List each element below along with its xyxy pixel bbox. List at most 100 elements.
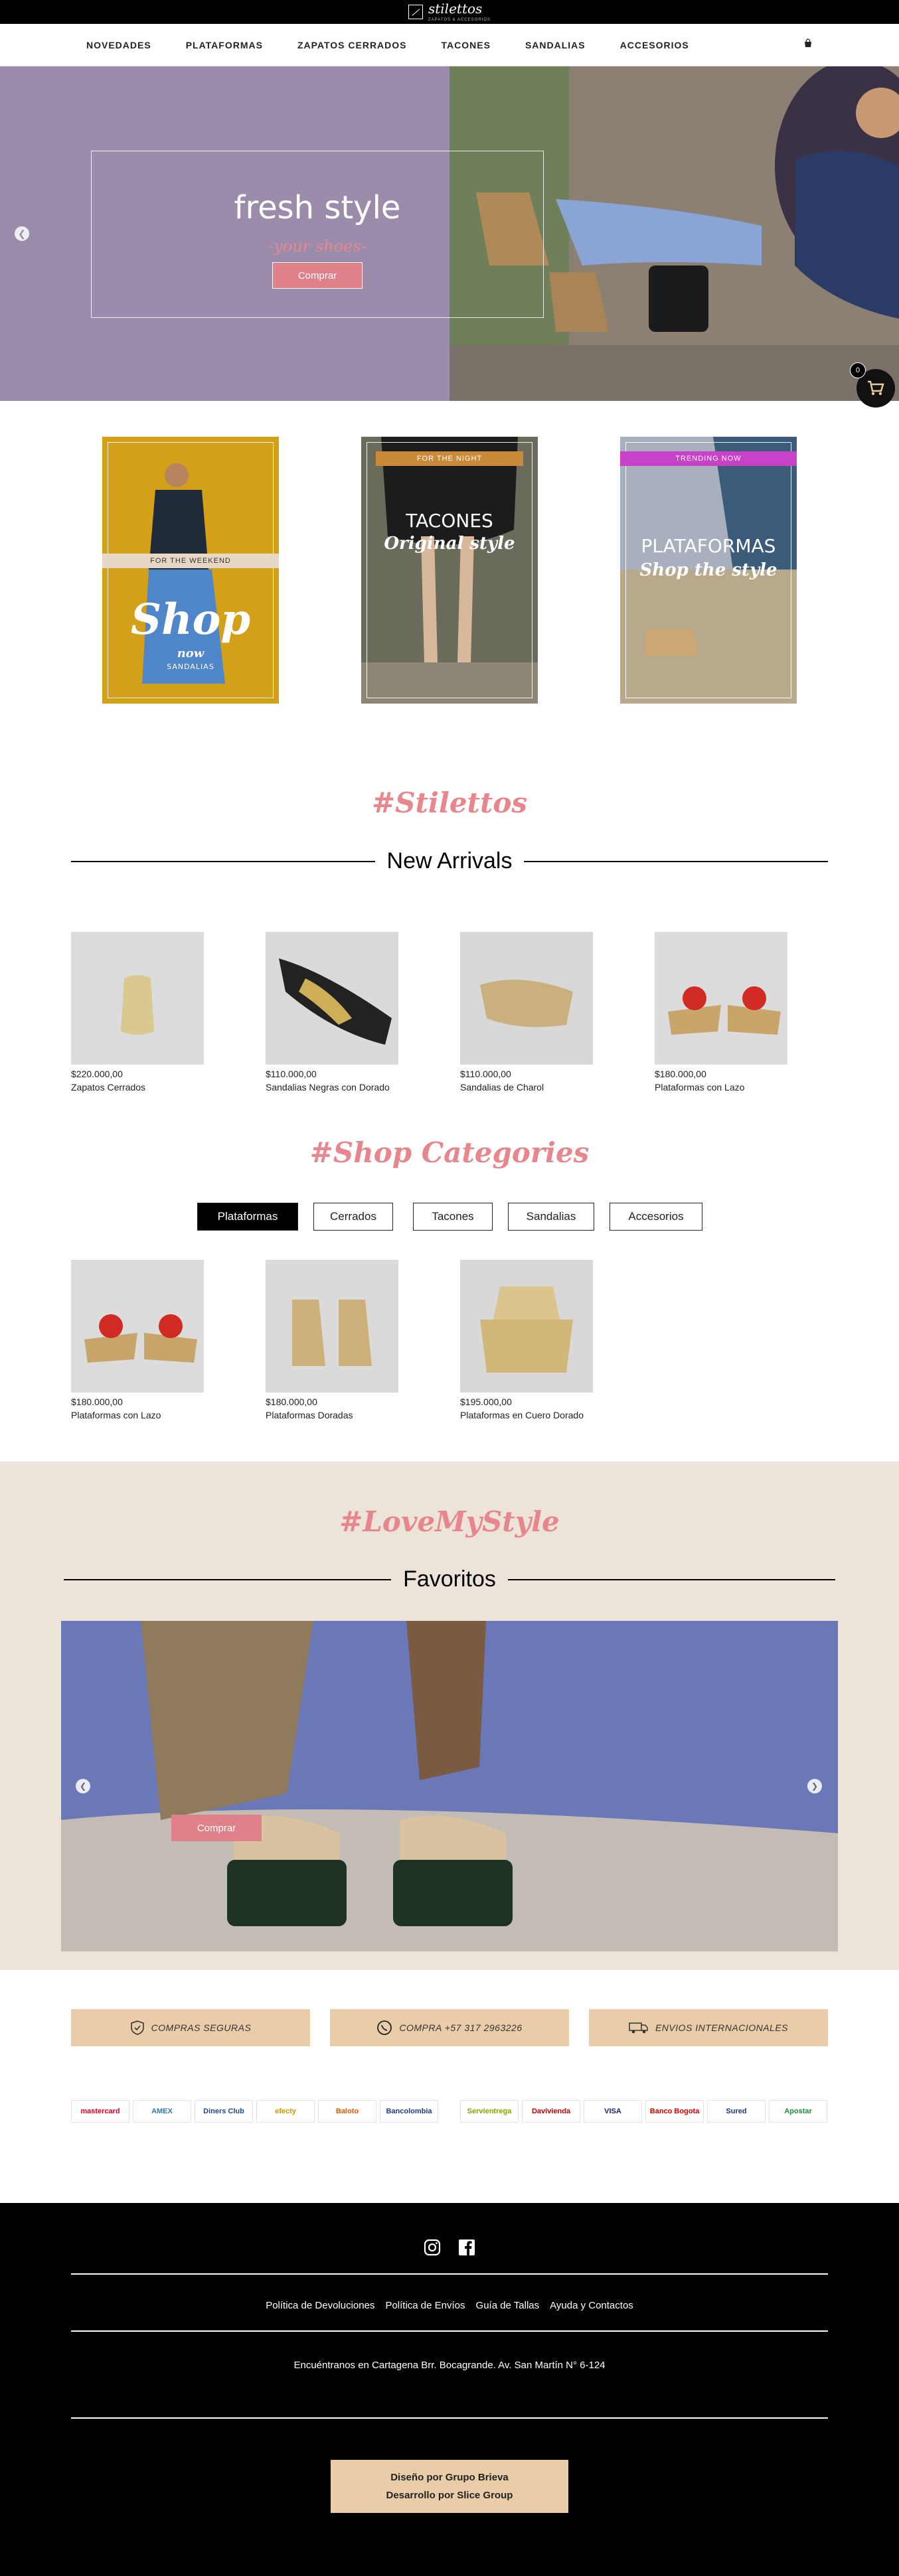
footer-links: Política de Devoluciones Política de Env… bbox=[0, 2300, 899, 2311]
logo-tagline: ZAPATOS & ACCESORIOS bbox=[428, 18, 491, 22]
promo-title: TACONES bbox=[406, 510, 493, 532]
section-script-stilettos: #Stilettos bbox=[371, 787, 527, 819]
trust-label: COMPRA +57 317 2963226 bbox=[399, 2022, 523, 2033]
footer-divider bbox=[71, 2330, 828, 2332]
divider-line bbox=[507, 1578, 836, 1580]
favorites-next-arrow-icon[interactable]: ❯ bbox=[807, 1779, 822, 1793]
hero-subtitle: -your shoes- bbox=[268, 237, 367, 256]
trust-secure-purchase: COMPRAS SEGURAS bbox=[71, 2009, 310, 2046]
footer-link-shipping[interactable]: Política de Envíos bbox=[385, 2300, 465, 2311]
promo-subtitle: SANDALIAS bbox=[167, 662, 214, 671]
footer-divider bbox=[71, 2417, 828, 2419]
product-price: $220.000,00 bbox=[71, 1069, 123, 1079]
logo[interactable]: stilettos ZAPATOS & ACCESORIOS bbox=[428, 2, 491, 22]
efecty-logo: efecty bbox=[256, 2100, 315, 2123]
product-card[interactable]: $180.000,00 Plataformas Doradas bbox=[266, 1260, 425, 1420]
product-card[interactable]: $180.000,00 Plataformas con Lazo bbox=[655, 932, 814, 1093]
product-card[interactable]: $110.000,00 Sandalias Negras con Dorado bbox=[266, 932, 425, 1093]
promo-script: Original style bbox=[384, 534, 515, 554]
whatsapp-icon bbox=[377, 2020, 392, 2035]
davivienda-logo: Davivienda bbox=[522, 2100, 580, 2123]
diners-club-logo: Diners Club bbox=[195, 2100, 253, 2123]
bancolombia-logo: Bancolombia bbox=[380, 2100, 438, 2123]
product-card[interactable]: $195.000,00 Plataformas en Cuero Dorado bbox=[460, 1260, 619, 1420]
hero-prev-arrow-icon[interactable]: ❮ bbox=[15, 226, 29, 241]
promo-section: FOR THE WEEKEND Shop now SANDALIAS FOR T… bbox=[0, 401, 899, 766]
cart-count-badge: 0 bbox=[850, 362, 866, 378]
product-image bbox=[655, 932, 787, 1065]
banco-bogota-logo: Banco Bogota bbox=[645, 2100, 704, 2123]
nav-item-accesorios[interactable]: ACCESORIOS bbox=[620, 40, 689, 50]
servientrega-logo: Servientrega bbox=[460, 2100, 519, 2123]
product-name: Plataformas Doradas bbox=[266, 1410, 353, 1420]
nav-item-zapatos-cerrados[interactable]: ZAPATOS CERRADOS bbox=[297, 40, 407, 50]
product-card[interactable]: $220.000,00 Zapatos Cerrados bbox=[71, 932, 230, 1093]
trust-label: COMPRAS SEGURAS bbox=[151, 2022, 252, 2033]
favorites-prev-arrow-icon[interactable]: ❮ bbox=[76, 1779, 90, 1793]
footer: Política de Devoluciones Política de Env… bbox=[0, 2203, 899, 2576]
nav-item-plataformas[interactable]: PLATAFORMAS bbox=[186, 40, 263, 50]
top-bar: stilettos ZAPATOS & ACCESORIOS bbox=[0, 0, 899, 24]
promo-script: now bbox=[177, 646, 204, 660]
divider-line bbox=[524, 860, 828, 862]
visa-logo: VISA bbox=[584, 2100, 642, 2123]
tab-tacones[interactable]: Tacones bbox=[413, 1203, 493, 1231]
logo-text: stilettos bbox=[428, 1, 483, 17]
product-image bbox=[71, 1260, 204, 1393]
favorites-title: Favoritos bbox=[403, 1566, 496, 1592]
promo-title: PLATAFORMAS bbox=[641, 535, 776, 557]
mastercard-logo: mastercard bbox=[71, 2100, 129, 2123]
product-name: Sandalias Negras con Dorado bbox=[266, 1082, 390, 1093]
product-image bbox=[266, 1260, 398, 1393]
tab-plataformas[interactable]: Plataformas bbox=[197, 1203, 298, 1231]
shopping-bag-icon[interactable] bbox=[803, 38, 813, 48]
product-name: Plataformas con Lazo bbox=[71, 1410, 161, 1420]
hero-title: fresh style bbox=[234, 189, 401, 226]
instagram-icon[interactable] bbox=[424, 2239, 441, 2256]
shield-icon bbox=[130, 2020, 144, 2035]
nav-item-novedades[interactable]: NOVEDADES bbox=[86, 40, 151, 50]
trust-label: ENVIOS INTERNACIONALES bbox=[655, 2022, 789, 2033]
product-card[interactable]: $180.000,00 Plataformas con Lazo bbox=[71, 1260, 230, 1420]
footer-credits: Diseño por Grupo Brieva Desarrollo por S… bbox=[331, 2460, 568, 2513]
apostar-logo: Apostar bbox=[769, 2100, 827, 2123]
cart-icon bbox=[868, 380, 884, 396]
favorites-buy-button[interactable]: Comprar bbox=[171, 1815, 262, 1841]
footer-address: Encuéntranos en Cartagena Brr. Bocagrand… bbox=[293, 2360, 606, 2371]
product-price: $180.000,00 bbox=[655, 1069, 706, 1079]
product-card[interactable]: $110.000,00 Sandalias de Charol bbox=[460, 932, 619, 1093]
promo-tile-sandalias[interactable]: FOR THE WEEKEND Shop now SANDALIAS bbox=[102, 437, 279, 704]
product-image bbox=[71, 932, 204, 1065]
hero-slider: fresh style -your shoes- Comprar ❮ bbox=[0, 66, 899, 401]
hero-buy-button[interactable]: Comprar bbox=[272, 262, 363, 289]
footer-link-help[interactable]: Ayuda y Contactos bbox=[550, 2300, 633, 2311]
tab-sandalias[interactable]: Sandalias bbox=[508, 1203, 594, 1231]
trust-shipping: ENVIOS INTERNACIONALES bbox=[589, 2009, 828, 2046]
sured-logo: Sured bbox=[707, 2100, 766, 2123]
footer-link-sizes[interactable]: Guía de Tallas bbox=[476, 2300, 540, 2311]
product-price: $180.000,00 bbox=[266, 1397, 317, 1407]
tab-cerrados[interactable]: Cerrados bbox=[313, 1203, 393, 1231]
footer-divider bbox=[71, 2273, 828, 2275]
new-arrivals-heading: New Arrivals bbox=[0, 848, 899, 874]
promo-tile-plataformas[interactable]: TRENDING NOW PLATAFORMAS Shop the style bbox=[620, 437, 797, 704]
logo-mark[interactable] bbox=[408, 5, 423, 19]
product-price: $110.000,00 bbox=[266, 1069, 317, 1079]
trust-whatsapp[interactable]: COMPRA +57 317 2963226 bbox=[330, 2009, 569, 2046]
nav-item-sandalias[interactable]: SANDALIAS bbox=[525, 40, 586, 50]
section-script-love-my-style: #LoveMyStyle bbox=[339, 1505, 560, 1538]
promo-tag: FOR THE NIGHT bbox=[376, 451, 523, 466]
product-image bbox=[266, 932, 398, 1065]
product-price: $180.000,00 bbox=[71, 1397, 123, 1407]
tab-accesorios[interactable]: Accesorios bbox=[610, 1203, 702, 1231]
promo-title: Shop bbox=[130, 595, 251, 644]
divider-line bbox=[71, 860, 375, 862]
footer-link-returns[interactable]: Política de Devoluciones bbox=[266, 2300, 374, 2311]
main-nav: NOVEDADES PLATAFORMAS ZAPATOS CERRADOS T… bbox=[0, 24, 899, 66]
facebook-icon[interactable] bbox=[458, 2239, 475, 2256]
nav-item-tacones[interactable]: TACONES bbox=[442, 40, 491, 50]
divider-line bbox=[64, 1578, 392, 1580]
promo-tile-tacones[interactable]: FOR THE NIGHT TACONES Original style bbox=[361, 437, 538, 704]
amex-logo: AMEX bbox=[133, 2100, 191, 2123]
favorites-photo bbox=[61, 1621, 838, 1951]
